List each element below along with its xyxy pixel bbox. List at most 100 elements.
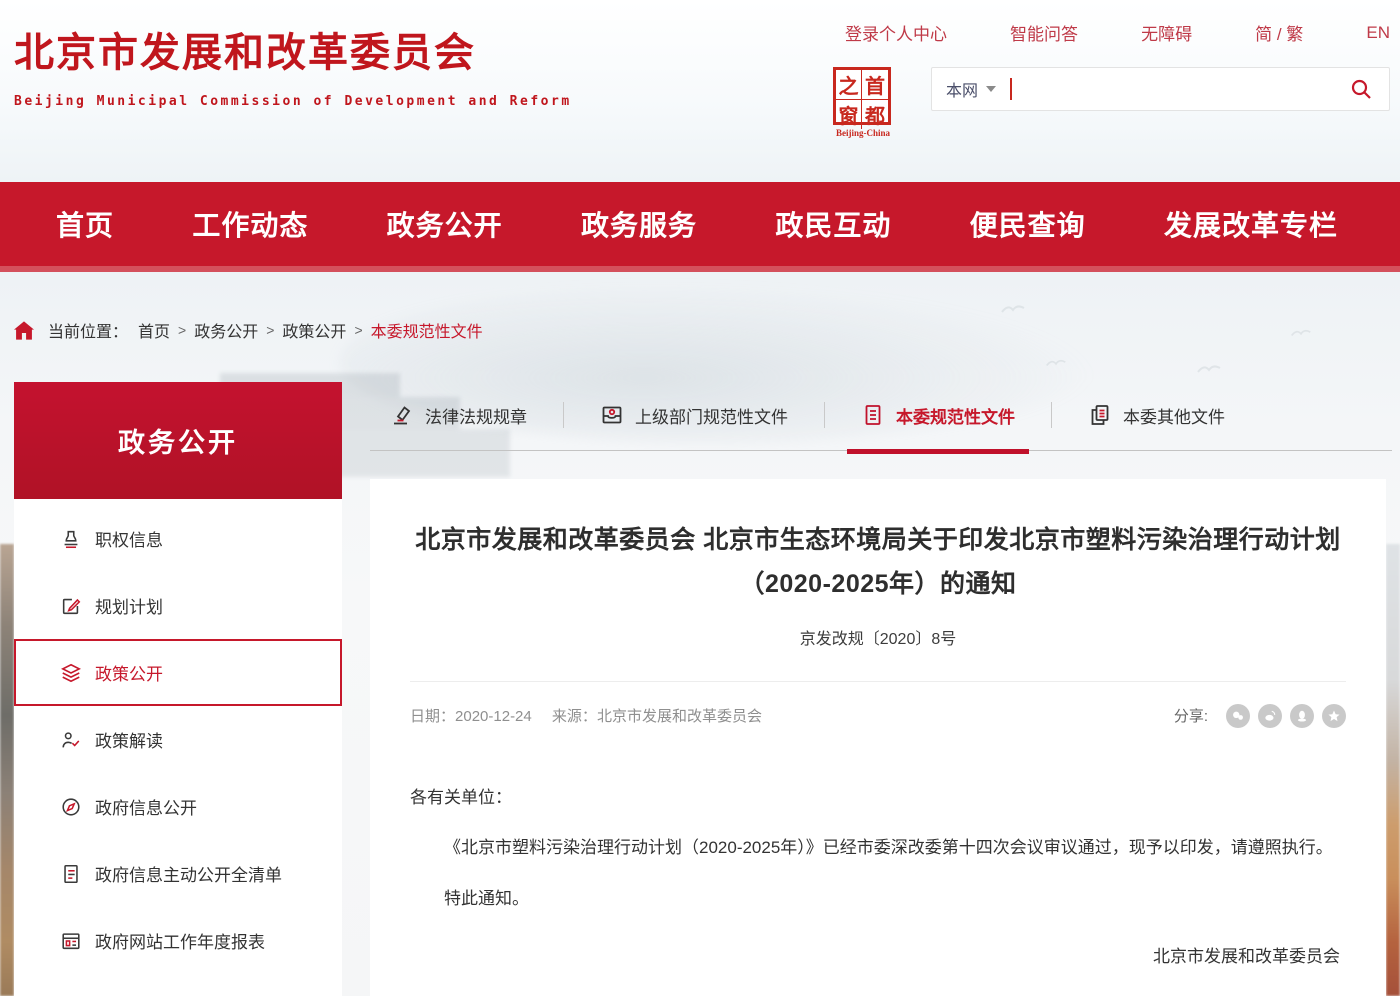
tab-label: 本委其他文件 bbox=[1123, 403, 1225, 428]
sidebar-item-plans[interactable]: 规划计划 bbox=[14, 572, 342, 639]
top-links: 登录个人中心 智能问答 无障碍 简 / 繁 EN bbox=[833, 20, 1390, 45]
sidebar-item-decision-catalog[interactable]: 决策目录 bbox=[14, 974, 342, 996]
search-input[interactable] bbox=[1020, 74, 1347, 104]
nav-item-home[interactable]: 首页 bbox=[56, 204, 114, 244]
top-link-login[interactable]: 登录个人中心 bbox=[845, 20, 947, 45]
compass-icon bbox=[60, 796, 82, 818]
breadcrumb-home[interactable]: 首页 bbox=[138, 318, 170, 342]
sidebar-item-label: 政策公开 bbox=[95, 660, 163, 685]
source-label: 来源： bbox=[552, 708, 597, 725]
site-logo[interactable]: 北京市发展和改革委员会 Beijing Municipal Commission… bbox=[14, 20, 572, 109]
chevron-down-icon bbox=[986, 86, 996, 92]
seal-char: 之 bbox=[836, 70, 862, 100]
seal-caption: Beijing-China bbox=[833, 128, 893, 138]
nav-item-gov-services[interactable]: 政务服务 bbox=[581, 204, 697, 244]
tab-commission-other-docs[interactable]: 本委其他文件 bbox=[1088, 403, 1225, 428]
article-source: 北京市发展和改革委员会 bbox=[597, 708, 762, 725]
share-label: 分享: bbox=[1174, 705, 1208, 726]
red-document-icon bbox=[861, 403, 885, 427]
sidebar-item-proactive-disclosure-list[interactable]: 政府信息主动公开全清单 bbox=[14, 840, 342, 907]
weibo-icon[interactable] bbox=[1258, 704, 1282, 728]
breadcrumb-gov-open[interactable]: 政务公开 bbox=[194, 318, 258, 342]
seal-stamp-icon bbox=[390, 403, 414, 427]
nav-item-gov-open[interactable]: 政务公开 bbox=[387, 204, 503, 244]
body-salutation: 各有关单位： bbox=[410, 780, 1346, 817]
article-meta: 日期：2020-12-24 来源：北京市发展和改革委员会 bbox=[410, 705, 762, 726]
sidebar-item-label: 规划计划 bbox=[95, 593, 163, 618]
seal-char: 首 bbox=[862, 70, 888, 100]
seal-grid: 之 首 窗 都 bbox=[833, 67, 891, 125]
top-link-accessibility[interactable]: 无障碍 bbox=[1141, 20, 1192, 45]
plan-edit-icon bbox=[60, 595, 82, 617]
sidebar-item-policy-open[interactable]: 政策公开 bbox=[14, 639, 342, 706]
tab-commission-normative-docs[interactable]: 本委规范性文件 bbox=[861, 403, 1015, 428]
sidebar-item-label: 政府信息公开 bbox=[95, 794, 197, 819]
article-title: 北京市发展和改革委员会 北京市生态环境局关于印发北京市塑料污染治理行动计划（20… bbox=[410, 519, 1346, 607]
sidebar-list: 职权信息 规划计划 政策公开 bbox=[14, 499, 342, 996]
breadcrumb-policy-open[interactable]: 政策公开 bbox=[282, 318, 346, 342]
seal-char: 都 bbox=[862, 100, 888, 129]
nav-item-reform-column[interactable]: 发展改革专栏 bbox=[1164, 204, 1338, 244]
tab-label: 法律法规规章 bbox=[425, 403, 527, 428]
body-paragraph: 《北京市塑料污染治理行动计划（2020-2025年）》已经市委深改委第十四次会议… bbox=[410, 830, 1346, 867]
article-meta-row: 日期：2020-12-24 来源：北京市发展和改革委员会 分享: bbox=[410, 704, 1346, 728]
search-scope-dropdown[interactable]: 本网 bbox=[946, 77, 996, 101]
tab-divider bbox=[563, 402, 564, 428]
search-icon[interactable] bbox=[1347, 75, 1375, 103]
tab-label: 本委规范性文件 bbox=[896, 403, 1015, 428]
layers-icon bbox=[60, 662, 82, 684]
stamp-icon bbox=[60, 528, 82, 550]
tabs-row: 法律法规规章 上级部门规范性文件 本委规范性文件 bbox=[370, 382, 1392, 451]
sidebar-item-authority-info[interactable]: 职权信息 bbox=[14, 505, 342, 572]
tab-label: 上级部门规范性文件 bbox=[635, 403, 788, 428]
top-link-qa[interactable]: 智能问答 bbox=[1010, 20, 1078, 45]
site-subtitle: Beijing Municipal Commission of Developm… bbox=[14, 94, 572, 109]
article-date: 2020-12-24 bbox=[455, 708, 532, 725]
sidebar-item-annual-report[interactable]: 政府网站工作年度报表 bbox=[14, 907, 342, 974]
header-right: 登录个人中心 智能问答 无障碍 简 / 繁 EN 之 首 窗 都 Beijing… bbox=[833, 20, 1390, 138]
article-card: 北京市发展和改革委员会 北京市生态环境局关于印发北京市塑料污染治理行动计划（20… bbox=[370, 479, 1386, 996]
active-tab-underline bbox=[847, 449, 1029, 454]
bird-watermark-icon bbox=[1195, 362, 1223, 376]
seal-char: 窗 bbox=[836, 100, 862, 129]
tab-divider bbox=[824, 402, 825, 428]
breadcrumb-separator: > bbox=[354, 322, 362, 338]
home-icon[interactable] bbox=[14, 321, 34, 340]
search-row: 之 首 窗 都 Beijing-China 本网 bbox=[833, 67, 1390, 138]
sidebar-item-policy-interpretation[interactable]: 政策解读 bbox=[14, 706, 342, 773]
copy-document-icon bbox=[1088, 403, 1112, 427]
main-nav: 首页 工作动态 政务公开 政务服务 政民互动 便民查询 发展改革专栏 bbox=[0, 182, 1400, 272]
sidebar: 政务公开 职权信息 规划计划 bbox=[14, 382, 342, 996]
qq-icon[interactable] bbox=[1290, 704, 1314, 728]
beijing-china-seal-logo[interactable]: 之 首 窗 都 Beijing-China bbox=[833, 67, 893, 138]
search-caret-divider bbox=[1010, 78, 1012, 100]
nav-item-interaction[interactable]: 政民互动 bbox=[775, 204, 891, 244]
person-check-icon bbox=[60, 729, 82, 751]
breadcrumb: 当前位置： 首页 > 政务公开 > 政策公开 > 本委规范性文件 bbox=[0, 318, 1400, 342]
tab-laws-regulations[interactable]: 法律法规规章 bbox=[390, 403, 527, 428]
sidebar-item-gov-info-open[interactable]: 政府信息公开 bbox=[14, 773, 342, 840]
tab-divider bbox=[1051, 402, 1052, 428]
favorite-star-icon[interactable] bbox=[1322, 704, 1346, 728]
sidebar-item-label: 职权信息 bbox=[95, 526, 163, 551]
top-header: 北京市发展和改革委员会 Beijing Municipal Commission… bbox=[0, 0, 1400, 182]
body-paragraph: 特此通知。 bbox=[410, 881, 1346, 918]
breadcrumb-separator: > bbox=[178, 322, 186, 338]
wechat-icon[interactable] bbox=[1226, 704, 1250, 728]
sidebar-item-label: 政府信息主动公开全清单 bbox=[95, 861, 282, 886]
divider bbox=[410, 681, 1346, 682]
main-column: 法律法规规章 上级部门规范性文件 本委规范性文件 bbox=[370, 382, 1400, 996]
sidebar-item-label: 政府网站工作年度报表 bbox=[95, 928, 265, 953]
bird-watermark-icon bbox=[1045, 357, 1067, 369]
breadcrumb-label: 当前位置： bbox=[48, 318, 128, 342]
nav-item-public-query[interactable]: 便民查询 bbox=[970, 204, 1086, 244]
nav-item-work-news[interactable]: 工作动态 bbox=[192, 204, 308, 244]
tab-superior-normative-docs[interactable]: 上级部门规范性文件 bbox=[600, 403, 788, 428]
top-link-english[interactable]: EN bbox=[1366, 23, 1390, 43]
date-label: 日期： bbox=[410, 708, 455, 725]
sidebar-header[interactable]: 政务公开 bbox=[14, 382, 342, 499]
top-link-simplified-traditional[interactable]: 简 / 繁 bbox=[1255, 20, 1303, 45]
bird-watermark-icon bbox=[1000, 302, 1026, 316]
share-bar: 分享: bbox=[1174, 704, 1346, 728]
article-signature: 北京市发展和改革委员会 bbox=[410, 939, 1346, 976]
